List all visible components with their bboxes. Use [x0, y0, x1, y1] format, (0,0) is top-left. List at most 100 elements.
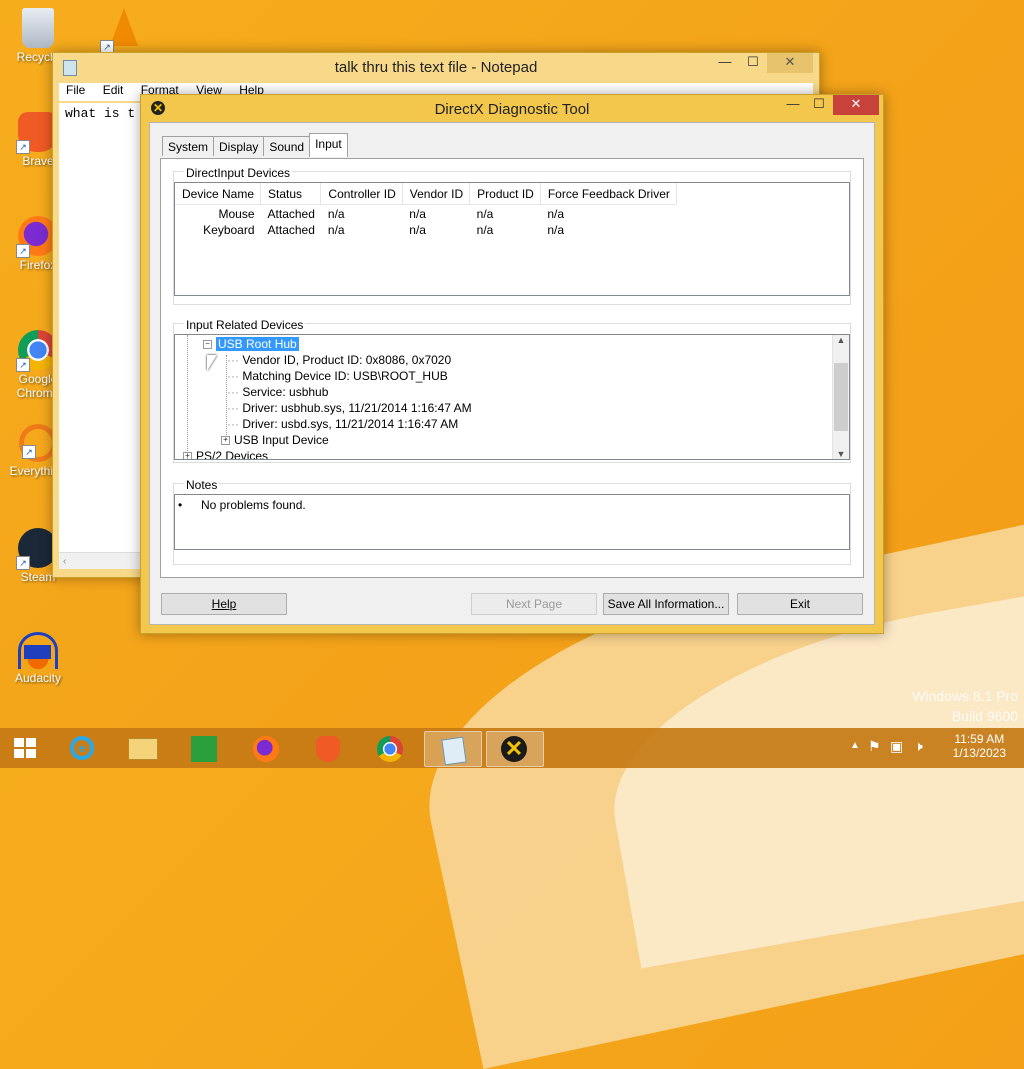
tab-input[interactable]: Input [309, 133, 348, 157]
tree-connector: ··· [227, 401, 239, 415]
close-button[interactable]: ✕ [833, 95, 879, 115]
next-page-button[interactable]: Next Page [471, 593, 597, 615]
tree-node-label: USB Root Hub [216, 337, 299, 351]
tree-node-label: PS/2 Devices [196, 449, 269, 460]
dxdiag-title: DirectX Diagnostic Tool [434, 101, 590, 118]
maximize-button[interactable]: ☐ [739, 53, 767, 73]
help-button-label: Help [211, 597, 237, 611]
cell-controller-id: n/a [327, 223, 345, 237]
taskbar-notepad[interactable] [424, 731, 482, 767]
minimize-button[interactable]: — [711, 53, 739, 73]
notepad-titlebar[interactable]: talk thru this text file - Notepad — ☐ ✕ [53, 53, 819, 81]
table-row[interactable]: Mouse Attached n/a n/a n/a n/a [175, 205, 676, 221]
desktop-icon-audacity[interactable]: Audacity [8, 632, 68, 685]
show-hidden-icons-icon[interactable]: ▲ [850, 740, 860, 751]
save-all-information-button[interactable]: Save All Information... [603, 593, 729, 615]
firefox-icon [253, 736, 279, 762]
notes-box[interactable]: • No problems found. [174, 494, 850, 550]
notepad-icon [441, 736, 467, 766]
directinput-devices-group: DirectInput Devices Device Name Status C… [173, 166, 851, 305]
cell-device-name: Mouse [218, 207, 255, 221]
expand-icon[interactable]: + [183, 452, 192, 459]
dxdiag-icon: ✕ [501, 736, 527, 762]
tab-sound[interactable]: Sound [263, 136, 311, 156]
system-tray: ▲ ⚑ ▣ 🕨 11:59 AM 1/13/2023 [844, 728, 1024, 768]
tree-node-ps2-devices[interactable]: + PS/2 Devices [183, 449, 269, 460]
network-icon[interactable]: ▣ [890, 738, 903, 755]
cell-controller-id: n/a [327, 207, 345, 221]
audacity-icon [18, 632, 58, 669]
taskbar-file-explorer[interactable] [120, 731, 164, 765]
taskbar-firefox[interactable] [244, 731, 288, 765]
tree-node-label: Matching Device ID: USB\ROOT_HUB [242, 369, 448, 383]
clock[interactable]: 11:59 AM 1/13/2023 [953, 732, 1006, 760]
taskbar-dxdiag[interactable]: ✕ [486, 731, 544, 767]
shortcut-arrow-icon: ↗ [16, 140, 30, 154]
column-header-controller-id[interactable]: Controller ID [320, 183, 403, 205]
column-header-status[interactable]: Status [260, 183, 322, 205]
menu-edit[interactable]: Edit [103, 83, 124, 97]
cell-status: Attached [267, 223, 315, 237]
exit-button[interactable]: Exit [737, 593, 863, 615]
notepad-text: what is t [65, 106, 136, 121]
clock-time: 11:59 AM [954, 732, 1005, 746]
tab-display[interactable]: Display [213, 136, 265, 156]
start-button[interactable] [2, 731, 46, 765]
column-header-vendor-id[interactable]: Vendor ID [402, 183, 471, 205]
vlc-icon [110, 8, 138, 46]
scroll-up-arrow-icon[interactable]: ▲ [833, 335, 849, 345]
cell-vendor-id: n/a [409, 223, 426, 237]
exit-button-label: Exit [789, 597, 810, 611]
volume-muted-icon[interactable]: 🕨 [914, 738, 923, 755]
table-row[interactable]: Keyboard Attached n/a n/a n/a n/a [175, 221, 676, 237]
tab-system[interactable]: System [162, 136, 215, 156]
tree-node[interactable]: ··· Service: usbhub [227, 385, 328, 399]
mouse-cursor-icon [207, 355, 217, 371]
tree-node-usb-input-device[interactable]: + USB Input Device [221, 433, 329, 447]
scroll-left-arrow-icon: ‹ [63, 556, 67, 567]
desktop-icon-vlc[interactable]: ↗ [94, 8, 154, 54]
tree-connector: ··· [227, 417, 239, 431]
tree-node[interactable]: ··· Matching Device ID: USB\ROOT_HUB [227, 369, 448, 383]
close-button[interactable]: ✕ [767, 53, 813, 73]
column-header-device-name[interactable]: Device Name [175, 183, 262, 205]
help-button[interactable]: Help [161, 593, 287, 615]
tree-node[interactable]: ··· Driver: usbhub.sys, 11/21/2014 1:16:… [227, 401, 472, 415]
dxdiag-window[interactable]: ✕ DirectX Diagnostic Tool — ☐ ✕ System D… [140, 94, 884, 634]
cell-vendor-id: n/a [409, 207, 426, 221]
taskbar-store[interactable] [182, 731, 226, 765]
vertical-scrollbar[interactable]: ▲ ▼ [832, 335, 849, 459]
shortcut-arrow-icon: ↗ [16, 556, 30, 570]
note-text: No problems found. [201, 498, 306, 512]
file-explorer-icon [128, 738, 158, 760]
tree-guide-line [187, 335, 188, 459]
scroll-down-arrow-icon[interactable]: ▼ [833, 449, 849, 459]
collapse-icon[interactable]: − [203, 340, 212, 350]
menu-file[interactable]: File [66, 83, 85, 97]
taskbar-chrome[interactable] [368, 731, 412, 765]
scrollbar-thumb[interactable] [834, 363, 848, 431]
clock-date: 1/13/2023 [952, 746, 1006, 760]
column-header-force-feedback-driver[interactable]: Force Feedback Driver [540, 183, 677, 205]
tree-node[interactable]: ··· Driver: usbd.sys, 11/21/2014 1:16:47… [227, 417, 458, 431]
taskbar-internet-explorer[interactable]: e [60, 731, 104, 765]
bullet-icon: • [178, 498, 183, 512]
tree-node-usb-root-hub[interactable]: − USB Root Hub [203, 337, 299, 351]
input-related-devices-group: Input Related Devices − USB Root Hub ··· … [173, 318, 851, 463]
maximize-button[interactable]: ☐ [805, 95, 833, 115]
brave-icon [316, 736, 340, 762]
taskbar-brave[interactable] [306, 731, 350, 765]
directinput-device-list[interactable]: Device Name Status Controller ID Vendor … [174, 182, 850, 296]
minimize-button[interactable]: — [779, 95, 807, 115]
tree-node-label: USB Input Device [234, 433, 329, 447]
expand-icon[interactable]: + [221, 436, 230, 446]
shortcut-arrow-icon: ↗ [16, 358, 30, 372]
cell-force-feedback-driver: n/a [547, 207, 565, 221]
tree-node[interactable]: ··· Vendor ID, Product ID: 0x8086, 0x702… [227, 353, 451, 367]
column-header-product-id[interactable]: Product ID [469, 183, 541, 205]
input-tab-panel: DirectInput Devices Device Name Status C… [160, 158, 864, 578]
dxdiag-titlebar[interactable]: ✕ DirectX Diagnostic Tool — ☐ ✕ [141, 95, 883, 123]
action-center-flag-icon[interactable]: ⚑ [868, 738, 881, 755]
input-related-devices-tree[interactable]: − USB Root Hub ··· Vendor ID, Product ID:… [174, 334, 850, 460]
horizontal-scrollbar[interactable]: ‹ [59, 552, 143, 569]
